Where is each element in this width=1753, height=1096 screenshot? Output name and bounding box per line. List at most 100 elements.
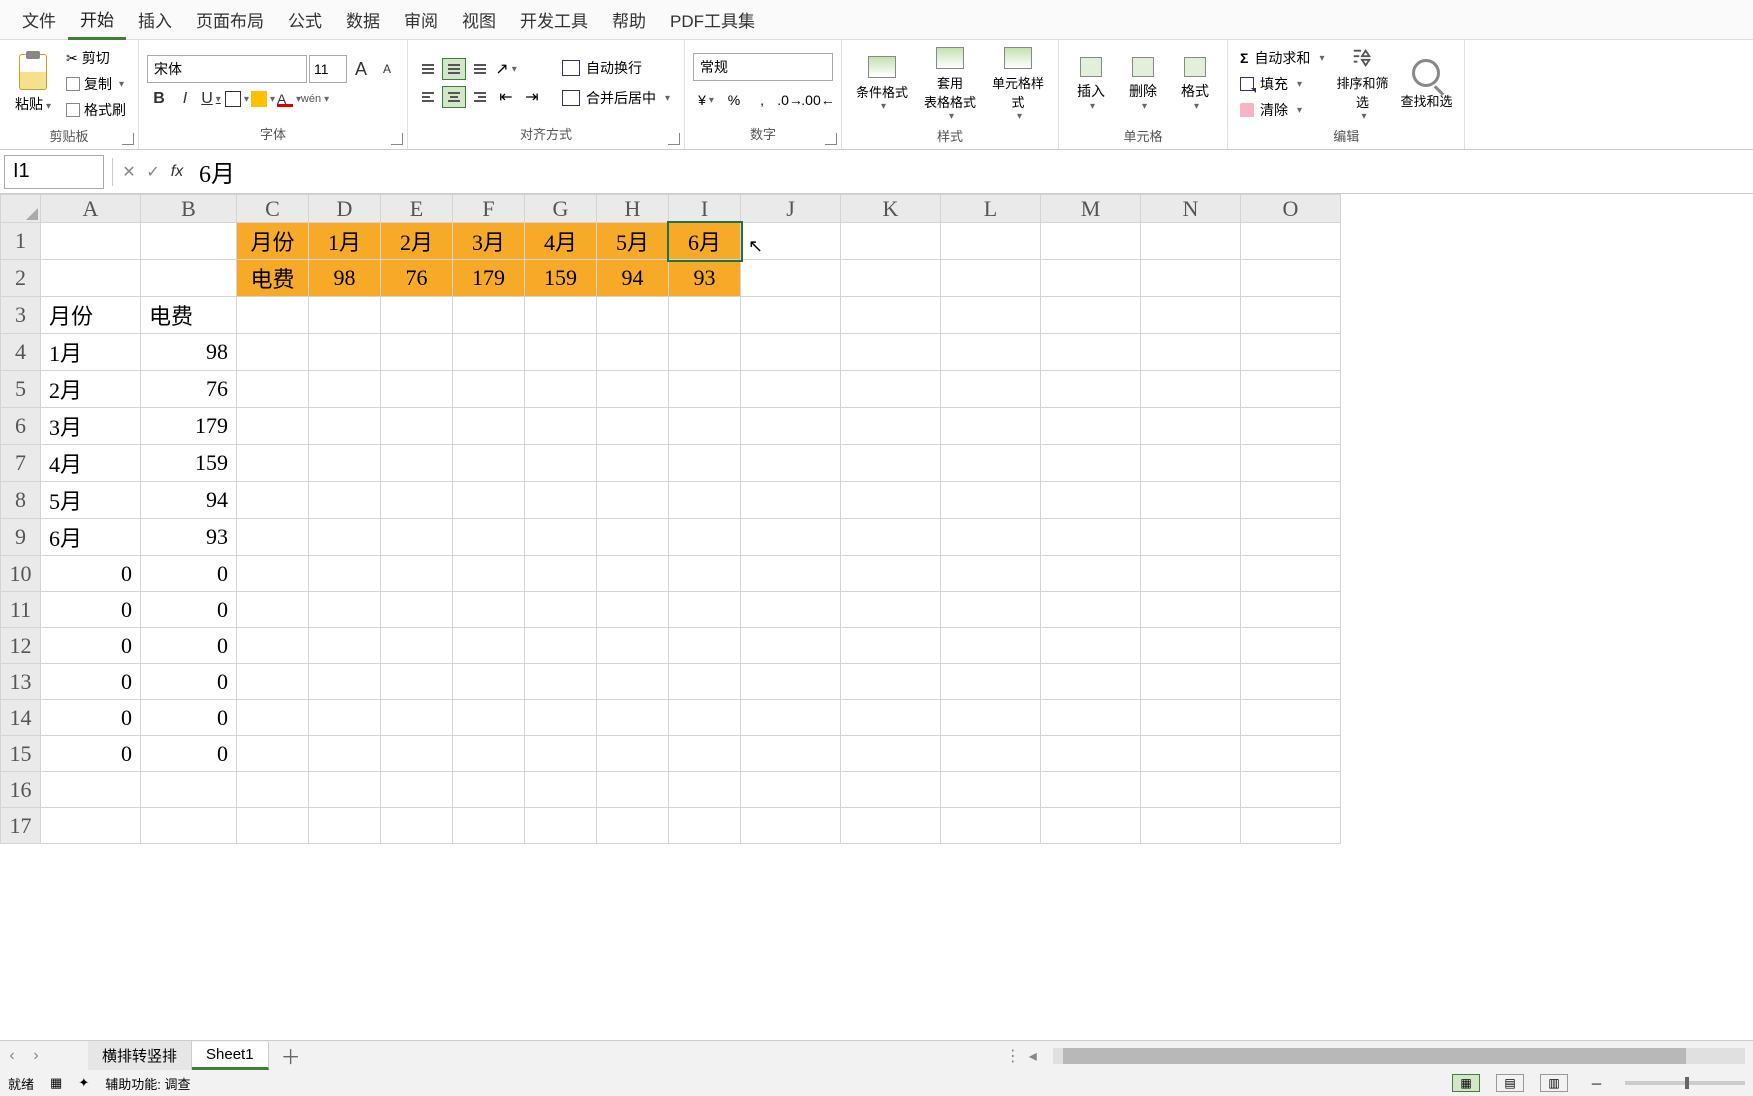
cell-I13[interactable] [669,664,741,700]
cell-B15[interactable]: 0 [141,736,237,772]
cell-H14[interactable] [597,700,669,736]
cell-J7[interactable] [741,445,841,482]
cell-J10[interactable] [741,556,841,592]
cell-F14[interactable] [453,700,525,736]
column-header-O[interactable]: O [1241,195,1341,223]
column-header-A[interactable]: A [41,195,141,223]
font-color-button[interactable]: A [277,87,301,111]
cell-K9[interactable] [841,519,941,556]
format-cells-button[interactable]: 格式 [1171,44,1219,124]
cell-N5[interactable] [1141,371,1241,408]
cell-F8[interactable] [453,482,525,519]
cell-J16[interactable] [741,772,841,808]
cell-B1[interactable] [141,223,237,260]
cell-K16[interactable] [841,772,941,808]
cell-I12[interactable] [669,628,741,664]
zoom-out-button[interactable]: － [1584,1074,1609,1093]
cell-K17[interactable] [841,808,941,844]
cell-O9[interactable] [1241,519,1341,556]
cell-G7[interactable] [525,445,597,482]
decrease-decimal-button[interactable]: .00← [805,87,831,113]
row-header-8[interactable]: 8 [1,482,41,519]
row-header-4[interactable]: 4 [1,334,41,371]
decrease-font-button[interactable]: A [375,57,399,81]
phonetic-button[interactable]: wén [303,87,327,111]
cell-O6[interactable] [1241,408,1341,445]
cell-M13[interactable] [1041,664,1141,700]
cell-J13[interactable] [741,664,841,700]
fill-button[interactable]: 填充 [1236,72,1328,96]
cell-L1[interactable] [941,223,1041,260]
sheet-nav-prev-button[interactable]: ‹ [0,1047,24,1065]
cell-D11[interactable] [309,592,381,628]
cell-F16[interactable] [453,772,525,808]
cell-E2[interactable]: 76 [381,260,453,297]
sort-filter-button[interactable]: 排序和筛选 [1332,44,1392,124]
cell-M6[interactable] [1041,408,1141,445]
cell-E6[interactable] [381,408,453,445]
cell-M9[interactable] [1041,519,1141,556]
cell-A1[interactable] [41,223,141,260]
cell-K14[interactable] [841,700,941,736]
cell-F2[interactable]: 179 [453,260,525,297]
cell-E4[interactable] [381,334,453,371]
cell-B3[interactable]: 电费 [141,297,237,334]
cell-E9[interactable] [381,519,453,556]
cell-H4[interactable] [597,334,669,371]
cell-F7[interactable] [453,445,525,482]
cell-I10[interactable] [669,556,741,592]
cell-E7[interactable] [381,445,453,482]
sheet-tab-0[interactable]: 横排转竖排 [88,1041,192,1070]
cell-L16[interactable] [941,772,1041,808]
cell-M3[interactable] [1041,297,1141,334]
column-header-G[interactable]: G [525,195,597,223]
cell-M17[interactable] [1041,808,1141,844]
cell-A15[interactable]: 0 [41,736,141,772]
cell-D1[interactable]: 1月 [309,223,381,260]
cell-C12[interactable] [237,628,309,664]
cell-B10[interactable]: 0 [141,556,237,592]
cell-A13[interactable]: 0 [41,664,141,700]
cell-I8[interactable] [669,482,741,519]
cell-O17[interactable] [1241,808,1341,844]
sheet-tab-1[interactable]: Sheet1 [192,1042,269,1070]
insert-cells-button[interactable]: 插入 [1067,44,1115,124]
cell-C11[interactable] [237,592,309,628]
clear-button[interactable]: 清除 [1236,98,1328,122]
cell-E15[interactable] [381,736,453,772]
menu-view[interactable]: 视图 [450,1,508,38]
cell-F5[interactable] [453,371,525,408]
cell-H2[interactable]: 94 [597,260,669,297]
cell-M10[interactable] [1041,556,1141,592]
cell-H6[interactable] [597,408,669,445]
currency-button[interactable]: ¥ [693,87,719,113]
paste-button[interactable]: 粘贴 [8,44,58,124]
cell-L17[interactable] [941,808,1041,844]
cancel-formula-button[interactable]: ✕ [117,160,141,184]
column-header-C[interactable]: C [237,195,309,223]
cell-O11[interactable] [1241,592,1341,628]
cell-L12[interactable] [941,628,1041,664]
cell-J1[interactable] [741,223,841,260]
cell-C9[interactable] [237,519,309,556]
name-box-input[interactable] [4,155,104,189]
orientation-button[interactable]: ↗ [494,58,518,80]
cell-D14[interactable] [309,700,381,736]
percent-button[interactable]: % [721,87,747,113]
decrease-indent-button[interactable]: ⇤ [494,86,518,108]
cell-K10[interactable] [841,556,941,592]
sheet-nav-next-button[interactable]: › [24,1047,48,1065]
cell-G3[interactable] [525,297,597,334]
cell-K8[interactable] [841,482,941,519]
cell-M1[interactable] [1041,223,1141,260]
cell-D8[interactable] [309,482,381,519]
row-header-17[interactable]: 17 [1,808,41,844]
column-header-M[interactable]: M [1041,195,1141,223]
cell-K12[interactable] [841,628,941,664]
cell-O4[interactable] [1241,334,1341,371]
cell-F1[interactable]: 3月 [453,223,525,260]
add-sheet-button[interactable]: ＋ [269,1037,313,1074]
cell-G6[interactable] [525,408,597,445]
cell-I14[interactable] [669,700,741,736]
row-header-16[interactable]: 16 [1,772,41,808]
